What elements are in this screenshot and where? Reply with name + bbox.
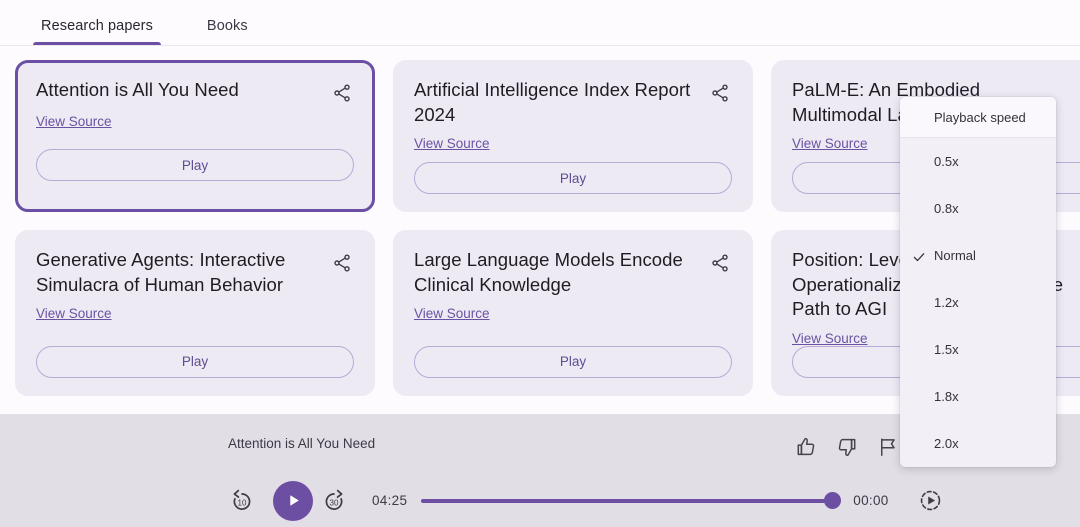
view-source-link[interactable]: View Source (36, 306, 112, 321)
thumb-up-icon[interactable] (794, 435, 818, 459)
menu-item-0.8x[interactable]: 0.8x (900, 185, 1056, 232)
playback-speed-menu: Playback speed 0.5x 0.8x Normal 1.2x 1.5… (900, 97, 1056, 467)
menu-item-0.5x[interactable]: 0.5x (900, 138, 1056, 185)
menu-item-label: 0.8x (934, 201, 959, 216)
menu-item-1.8x[interactable]: 1.8x (900, 373, 1056, 420)
share-icon[interactable] (708, 251, 732, 275)
card-header: Artificial Intelligence Index Report 202… (414, 78, 732, 127)
menu-item-1.5x[interactable]: 1.5x (900, 326, 1056, 373)
progress-slider[interactable] (421, 491, 839, 511)
menu-item-2.0x[interactable]: 2.0x (900, 420, 1056, 467)
card-title: Generative Agents: Interactive Simulacra… (36, 248, 314, 297)
card-header: Attention is All You Need (36, 78, 354, 105)
play-button[interactable]: Play (414, 346, 732, 378)
menu-item-label: 1.5x (934, 342, 959, 357)
share-icon[interactable] (708, 81, 732, 105)
card-header: Large Language Models Encode Clinical Kn… (414, 248, 732, 297)
tab-books[interactable]: Books (199, 18, 256, 45)
view-source-link[interactable]: View Source (414, 136, 490, 151)
paper-card[interactable]: Attention is All You Need View Source Pl… (15, 60, 375, 212)
card-title: Attention is All You Need (36, 78, 239, 103)
menu-item-1.2x[interactable]: 1.2x (900, 279, 1056, 326)
remaining-time: 00:00 (853, 493, 888, 508)
view-source-link[interactable]: View Source (36, 114, 112, 129)
progress-track (421, 499, 839, 503)
tab-research-papers[interactable]: Research papers (33, 18, 161, 45)
view-source-link[interactable]: View Source (792, 136, 868, 151)
card-header: Generative Agents: Interactive Simulacra… (36, 248, 354, 297)
play-button[interactable]: Play (36, 149, 354, 181)
now-playing-title: Attention is All You Need (228, 436, 375, 451)
tab-bar: Research papers Books (0, 0, 1080, 46)
view-source-link[interactable]: View Source (414, 306, 490, 321)
menu-item-label: 0.5x (934, 154, 959, 169)
menu-item-label: 1.2x (934, 295, 959, 310)
player-action-icons (794, 435, 900, 459)
replay-10-icon[interactable]: 10 (228, 487, 256, 515)
check-icon (912, 249, 926, 263)
svg-text:30: 30 (330, 498, 339, 507)
thumb-down-icon[interactable] (835, 435, 859, 459)
player-transport-row: 10 30 04:25 00:00 (0, 474, 1080, 527)
playback-speed-menu-header: Playback speed (900, 97, 1056, 138)
play-icon[interactable] (273, 481, 313, 521)
play-button[interactable]: Play (414, 162, 732, 194)
paper-card[interactable]: Artificial Intelligence Index Report 202… (393, 60, 753, 212)
paper-card[interactable]: Large Language Models Encode Clinical Kn… (393, 230, 753, 396)
progress-thumb[interactable] (824, 492, 841, 509)
paper-card[interactable]: Generative Agents: Interactive Simulacra… (15, 230, 375, 396)
play-button[interactable]: Play (36, 346, 354, 378)
playback-speed-icon[interactable] (917, 487, 945, 515)
svg-text:10: 10 (238, 498, 247, 507)
menu-item-label: 2.0x (934, 436, 959, 451)
elapsed-time: 04:25 (372, 493, 407, 508)
card-title: Large Language Models Encode Clinical Kn… (414, 248, 692, 297)
flag-icon[interactable] (876, 435, 900, 459)
menu-item-normal[interactable]: Normal (900, 232, 1056, 279)
share-icon[interactable] (330, 81, 354, 105)
view-source-link[interactable]: View Source (792, 331, 868, 346)
card-title: Artificial Intelligence Index Report 202… (414, 78, 692, 127)
forward-30-icon[interactable]: 30 (320, 487, 348, 515)
share-icon[interactable] (330, 251, 354, 275)
menu-item-label: Normal (934, 248, 976, 263)
menu-item-label: 1.8x (934, 389, 959, 404)
